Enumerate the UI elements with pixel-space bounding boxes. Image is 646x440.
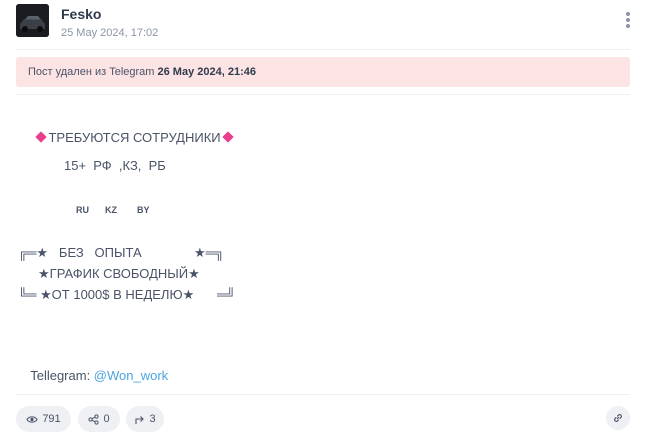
views-counter[interactable]: 791	[16, 406, 71, 432]
regions-line: 15+ РФ ,КЗ, РБ	[64, 158, 166, 173]
deleted-notice-date: 26 May 2024, 21:46	[157, 66, 256, 78]
contact-link[interactable]: @Won_work	[94, 368, 168, 383]
ad-line-3-left: ╚═ ★ОТ 1000$ В НЕДЕЛЮ★	[18, 287, 195, 302]
replies-counter[interactable]: 3	[126, 406, 164, 432]
avatar[interactable]	[16, 4, 49, 37]
share-icon	[88, 413, 100, 425]
author-name[interactable]: Fesko	[61, 6, 101, 22]
ad-line-1-left: ╔═★ БЕЗ ОПЫТА	[18, 245, 142, 260]
forwards-counter[interactable]: 0	[78, 406, 120, 432]
forwards-count: 0	[103, 413, 110, 425]
copy-link-button[interactable]	[606, 406, 630, 430]
title-text: ТРЕБУЮТСЯ СОТРУДНИКИ	[48, 130, 221, 145]
contact-line: Tellegram: @Won_work	[16, 353, 168, 398]
post-card: Fesko 25 May 2024, 17:02 Пост удален из …	[0, 0, 646, 440]
country-code-ru: RU	[76, 205, 89, 215]
diamond-icon	[221, 131, 234, 143]
eye-icon	[26, 415, 38, 423]
ad-line-2: ★ГРАФИК СВОБОДНЫЙ★	[38, 266, 200, 281]
replies-count: 3	[149, 413, 156, 425]
reply-arrow-icon	[135, 415, 145, 424]
country-code-kz: KZ	[105, 205, 117, 215]
divider	[16, 94, 630, 95]
country-code-by: BY	[137, 205, 150, 215]
post-title: ТРЕБУЮТСЯ СОТРУДНИКИ	[20, 115, 235, 160]
ad-line-1-right: ★═╗	[194, 245, 225, 260]
contact-label: Tellegram:	[30, 368, 94, 383]
diamond-icon	[35, 131, 48, 143]
divider	[16, 49, 630, 50]
deleted-notice-text: Пост удален из Telegram	[28, 66, 155, 78]
ad-line-3-right: ═╝	[217, 287, 236, 302]
link-icon	[614, 414, 622, 422]
views-count: 791	[42, 413, 61, 425]
menu-dots-icon[interactable]	[621, 12, 635, 32]
divider	[16, 394, 630, 395]
deleted-notice: Пост удален из Telegram 26 May 2024, 21:…	[16, 57, 630, 87]
post-date: 25 May 2024, 17:02	[61, 27, 159, 39]
